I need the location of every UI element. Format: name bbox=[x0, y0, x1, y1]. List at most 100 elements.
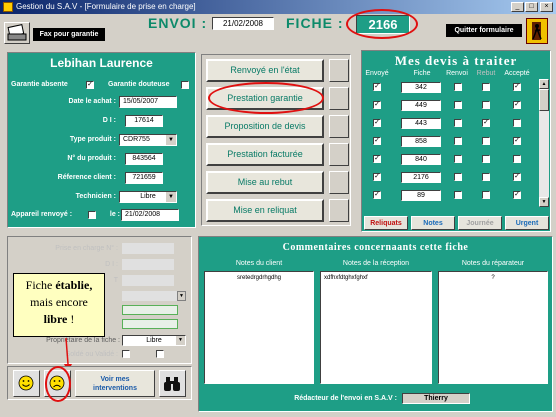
di-field[interactable]: 17614 bbox=[125, 115, 163, 127]
envoye-checkbox[interactable]: ✓ bbox=[373, 155, 381, 163]
solde-checkbox[interactable] bbox=[122, 350, 130, 358]
chevron-down-icon[interactable]: ▼ bbox=[176, 336, 185, 345]
close-button[interactable]: × bbox=[540, 2, 553, 12]
accepte-checkbox[interactable]: ✓ bbox=[513, 173, 521, 181]
happy-smiley-button[interactable] bbox=[13, 370, 40, 397]
envoye-checkbox[interactable]: ✓ bbox=[373, 191, 381, 199]
rebut-checkbox[interactable] bbox=[482, 173, 490, 181]
envoye-checkbox[interactable]: ✓ bbox=[373, 173, 381, 181]
prise-green-field-1[interactable] bbox=[122, 305, 178, 315]
rebut-checkbox[interactable] bbox=[482, 83, 490, 91]
garantie-absente-checkbox[interactable]: ✓ bbox=[86, 81, 94, 89]
minimize-button[interactable]: _ bbox=[511, 2, 524, 12]
prestation-facturee-side-button[interactable] bbox=[329, 143, 349, 166]
mise-en-reliquat-side-button[interactable] bbox=[329, 199, 349, 222]
chevron-down-icon[interactable]: ▼ bbox=[166, 192, 176, 202]
rebut-checkbox[interactable] bbox=[482, 155, 490, 163]
comments-panel: Commentaires concernaants cette fiche No… bbox=[198, 236, 553, 412]
ref-client-field[interactable]: 721659 bbox=[125, 172, 163, 184]
date-achat-field[interactable]: 15/05/2007 bbox=[119, 96, 177, 108]
mise-au-rebut-button[interactable]: Mise au rebut bbox=[206, 171, 324, 194]
prise-di-field[interactable] bbox=[122, 259, 174, 270]
scroll-thumb[interactable] bbox=[539, 89, 549, 111]
rebut-checkbox[interactable] bbox=[482, 191, 490, 199]
prise-select[interactable]: ▼ bbox=[122, 291, 186, 301]
renvoye-button[interactable]: Renvoyé en l'état bbox=[206, 59, 324, 82]
devis-scrollbar[interactable]: ▲ ▼ bbox=[539, 79, 549, 207]
prise-field[interactable] bbox=[122, 243, 174, 254]
num-produit-field[interactable]: 843564 bbox=[125, 153, 163, 165]
appareil-date-field[interactable]: 21/02/2008 bbox=[121, 209, 179, 221]
chevron-down-icon[interactable]: ▼ bbox=[166, 135, 176, 145]
redacteur-label: Rédacteur de l'envoi en S.A.V : bbox=[294, 395, 397, 402]
envoye-checkbox[interactable]: ✓ bbox=[373, 83, 381, 91]
envoye-checkbox[interactable]: ✓ bbox=[373, 101, 381, 109]
accepte-checkbox[interactable]: ✓ bbox=[513, 191, 521, 199]
search-binoculars-button[interactable] bbox=[159, 370, 186, 397]
client-notes-textarea[interactable]: sretedrgdrhgdhg bbox=[204, 271, 314, 384]
renvoi-checkbox[interactable] bbox=[454, 101, 462, 109]
prise-label: Prise en charge N° : bbox=[55, 245, 118, 252]
renvoye-side-button[interactable] bbox=[329, 59, 349, 82]
proposition-devis-button[interactable]: Proposition de devis bbox=[206, 115, 324, 138]
proposition-devis-side-button[interactable] bbox=[329, 115, 349, 138]
fiche-label: FICHE : bbox=[286, 15, 344, 31]
prestation-highlight-ring bbox=[208, 82, 324, 114]
accepte-checkbox[interactable] bbox=[513, 155, 521, 163]
col-accepte: Accepté bbox=[504, 70, 530, 77]
maximize-button[interactable]: □ bbox=[525, 2, 538, 12]
tab-notes[interactable]: Notes bbox=[411, 216, 455, 230]
envoye-checkbox[interactable]: ✓ bbox=[373, 119, 381, 127]
accepte-checkbox[interactable] bbox=[513, 119, 521, 127]
garantie-douteuse-checkbox[interactable] bbox=[181, 81, 189, 89]
voir-label-2: interventions bbox=[93, 385, 137, 392]
mise-au-rebut-side-button[interactable] bbox=[329, 171, 349, 194]
prise-green-field-2[interactable] bbox=[122, 319, 178, 329]
appareil-renvoye-checkbox[interactable] bbox=[88, 211, 96, 219]
renvoi-checkbox[interactable] bbox=[454, 119, 462, 127]
fiche-cell[interactable]: 840 bbox=[401, 154, 441, 165]
envoye-checkbox[interactable]: ✓ bbox=[373, 137, 381, 145]
fax-garantie-button[interactable]: Fax pour garantie bbox=[33, 28, 105, 41]
valide-checkbox[interactable] bbox=[156, 350, 164, 358]
reparateur-notes-textarea[interactable]: ? bbox=[438, 271, 548, 384]
voir-interventions-button[interactable]: Voir mes interventions bbox=[75, 370, 155, 397]
tab-urgent[interactable]: Urgent bbox=[505, 216, 549, 230]
rebut-checkbox[interactable] bbox=[482, 137, 490, 145]
chevron-down-icon[interactable]: ▼ bbox=[177, 291, 186, 301]
accepte-checkbox[interactable]: ✓ bbox=[513, 83, 521, 91]
mise-en-reliquat-button[interactable]: Mise en reliquat bbox=[206, 199, 324, 222]
quitter-formulaire-button[interactable]: Quitter formulaire bbox=[446, 24, 522, 37]
fiche-cell[interactable]: 89 bbox=[401, 190, 441, 201]
scroll-down-icon[interactable]: ▼ bbox=[539, 197, 549, 207]
fiche-cell[interactable]: 449 bbox=[401, 100, 441, 111]
exit-door-icon[interactable] bbox=[526, 18, 548, 44]
scroll-up-icon[interactable]: ▲ bbox=[539, 79, 549, 89]
accepte-checkbox[interactable]: ✓ bbox=[513, 101, 521, 109]
tab-journee[interactable]: Journée bbox=[458, 216, 502, 230]
fiche-cell[interactable]: 2176 bbox=[401, 172, 441, 183]
renvoi-checkbox[interactable] bbox=[454, 173, 462, 181]
proprietaire-select[interactable]: Libre ▼ bbox=[122, 335, 186, 346]
fiche-cell[interactable]: 342 bbox=[401, 82, 441, 93]
rebut-checkbox[interactable] bbox=[482, 101, 490, 109]
tooltip-line-2: mais encore bbox=[30, 295, 88, 309]
fiche-cell[interactable]: 858 bbox=[401, 136, 441, 147]
print-fax-button[interactable] bbox=[4, 22, 30, 44]
fiche-cell[interactable]: 443 bbox=[401, 118, 441, 129]
renvoi-checkbox[interactable] bbox=[454, 137, 462, 145]
renvoi-checkbox[interactable] bbox=[454, 83, 462, 91]
printer-icon bbox=[7, 24, 27, 41]
reception-notes-textarea[interactable]: xdfhxfdtghxfghxf bbox=[320, 271, 432, 384]
renvoi-checkbox[interactable] bbox=[454, 155, 462, 163]
ref-client-label: Réference client : bbox=[57, 174, 116, 181]
prestation-garantie-side-button[interactable] bbox=[329, 87, 349, 110]
type-produit-select[interactable]: CDR755 ▼ bbox=[119, 134, 177, 146]
prise-type-field[interactable] bbox=[122, 275, 174, 286]
tab-reliquats[interactable]: Reliquats bbox=[364, 216, 408, 230]
prestation-facturee-button[interactable]: Prestation facturée bbox=[206, 143, 324, 166]
rebut-checkbox[interactable]: ✓ bbox=[482, 119, 490, 127]
accepte-checkbox[interactable]: ✓ bbox=[513, 137, 521, 145]
renvoi-checkbox[interactable] bbox=[454, 191, 462, 199]
technicien-select[interactable]: Libre ▼ bbox=[119, 191, 177, 203]
